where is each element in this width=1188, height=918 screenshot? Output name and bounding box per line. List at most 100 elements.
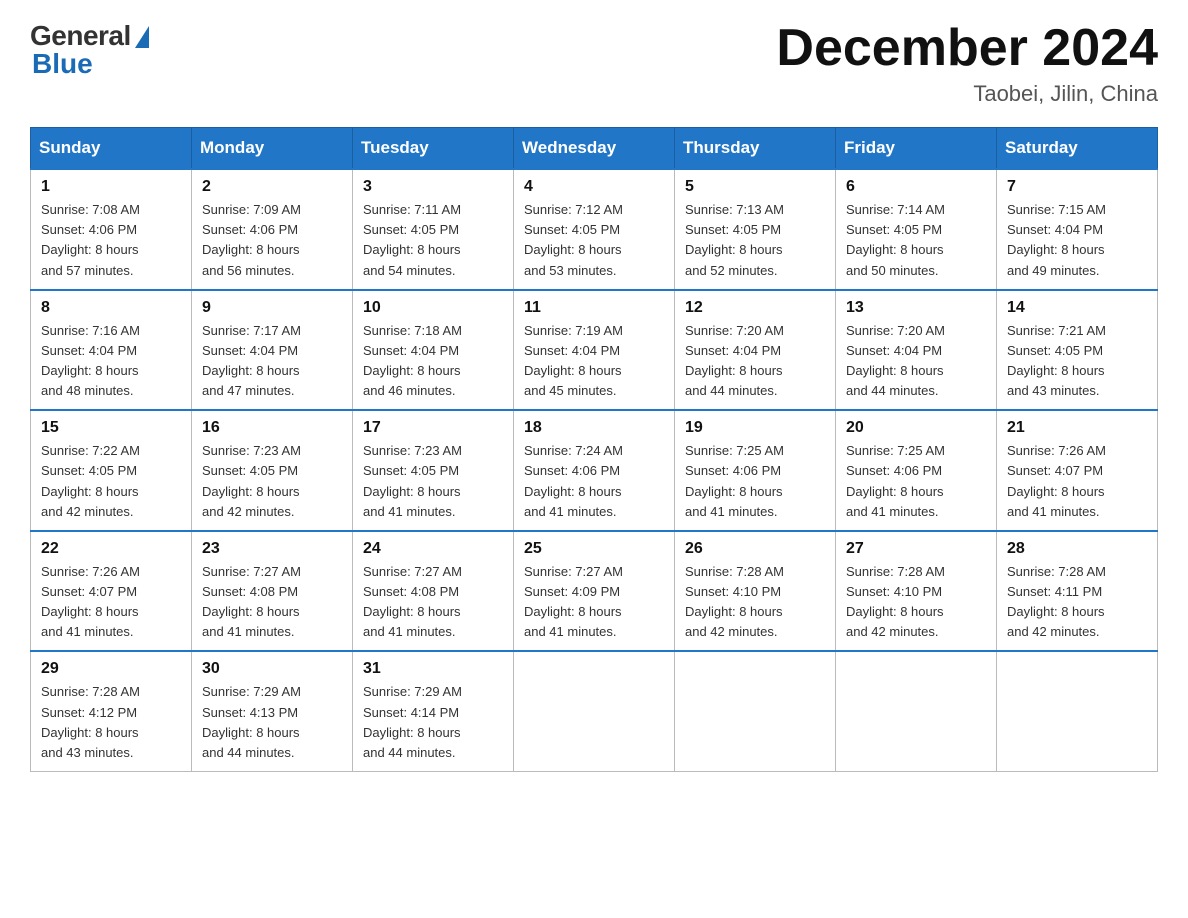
day-info: Sunrise: 7:19 AM Sunset: 4:04 PM Dayligh… bbox=[524, 321, 664, 402]
table-row bbox=[675, 651, 836, 771]
table-row: 18 Sunrise: 7:24 AM Sunset: 4:06 PM Dayl… bbox=[514, 410, 675, 531]
day-info: Sunrise: 7:23 AM Sunset: 4:05 PM Dayligh… bbox=[363, 441, 503, 522]
table-row: 24 Sunrise: 7:27 AM Sunset: 4:08 PM Dayl… bbox=[353, 531, 514, 652]
day-info: Sunrise: 7:29 AM Sunset: 4:14 PM Dayligh… bbox=[363, 682, 503, 763]
table-row: 11 Sunrise: 7:19 AM Sunset: 4:04 PM Dayl… bbox=[514, 290, 675, 411]
day-number: 7 bbox=[1007, 178, 1147, 196]
calendar-week-row: 15 Sunrise: 7:22 AM Sunset: 4:05 PM Dayl… bbox=[31, 410, 1158, 531]
table-row: 4 Sunrise: 7:12 AM Sunset: 4:05 PM Dayli… bbox=[514, 169, 675, 290]
table-row: 25 Sunrise: 7:27 AM Sunset: 4:09 PM Dayl… bbox=[514, 531, 675, 652]
day-info: Sunrise: 7:25 AM Sunset: 4:06 PM Dayligh… bbox=[846, 441, 986, 522]
table-row: 30 Sunrise: 7:29 AM Sunset: 4:13 PM Dayl… bbox=[192, 651, 353, 771]
table-row: 27 Sunrise: 7:28 AM Sunset: 4:10 PM Dayl… bbox=[836, 531, 997, 652]
table-row: 21 Sunrise: 7:26 AM Sunset: 4:07 PM Dayl… bbox=[997, 410, 1158, 531]
day-info: Sunrise: 7:16 AM Sunset: 4:04 PM Dayligh… bbox=[41, 321, 181, 402]
calendar-table: Sunday Monday Tuesday Wednesday Thursday… bbox=[30, 127, 1158, 772]
table-row: 19 Sunrise: 7:25 AM Sunset: 4:06 PM Dayl… bbox=[675, 410, 836, 531]
table-row: 3 Sunrise: 7:11 AM Sunset: 4:05 PM Dayli… bbox=[353, 169, 514, 290]
day-number: 9 bbox=[202, 299, 342, 317]
day-info: Sunrise: 7:09 AM Sunset: 4:06 PM Dayligh… bbox=[202, 200, 342, 281]
day-number: 23 bbox=[202, 540, 342, 558]
day-number: 13 bbox=[846, 299, 986, 317]
calendar-week-row: 29 Sunrise: 7:28 AM Sunset: 4:12 PM Dayl… bbox=[31, 651, 1158, 771]
day-info: Sunrise: 7:25 AM Sunset: 4:06 PM Dayligh… bbox=[685, 441, 825, 522]
day-number: 20 bbox=[846, 419, 986, 437]
table-row bbox=[836, 651, 997, 771]
table-row: 12 Sunrise: 7:20 AM Sunset: 4:04 PM Dayl… bbox=[675, 290, 836, 411]
day-number: 8 bbox=[41, 299, 181, 317]
day-info: Sunrise: 7:26 AM Sunset: 4:07 PM Dayligh… bbox=[41, 562, 181, 643]
day-number: 11 bbox=[524, 299, 664, 317]
calendar-week-row: 22 Sunrise: 7:26 AM Sunset: 4:07 PM Dayl… bbox=[31, 531, 1158, 652]
day-info: Sunrise: 7:21 AM Sunset: 4:05 PM Dayligh… bbox=[1007, 321, 1147, 402]
table-row: 14 Sunrise: 7:21 AM Sunset: 4:05 PM Dayl… bbox=[997, 290, 1158, 411]
table-row: 31 Sunrise: 7:29 AM Sunset: 4:14 PM Dayl… bbox=[353, 651, 514, 771]
day-number: 30 bbox=[202, 660, 342, 678]
table-row: 9 Sunrise: 7:17 AM Sunset: 4:04 PM Dayli… bbox=[192, 290, 353, 411]
table-row: 26 Sunrise: 7:28 AM Sunset: 4:10 PM Dayl… bbox=[675, 531, 836, 652]
page-header: General Blue December 2024 Taobei, Jilin… bbox=[30, 20, 1158, 107]
day-number: 12 bbox=[685, 299, 825, 317]
table-row bbox=[514, 651, 675, 771]
col-friday: Friday bbox=[836, 128, 997, 170]
day-number: 6 bbox=[846, 178, 986, 196]
day-info: Sunrise: 7:13 AM Sunset: 4:05 PM Dayligh… bbox=[685, 200, 825, 281]
table-row: 13 Sunrise: 7:20 AM Sunset: 4:04 PM Dayl… bbox=[836, 290, 997, 411]
day-number: 16 bbox=[202, 419, 342, 437]
table-row: 22 Sunrise: 7:26 AM Sunset: 4:07 PM Dayl… bbox=[31, 531, 192, 652]
col-monday: Monday bbox=[192, 128, 353, 170]
calendar-week-row: 8 Sunrise: 7:16 AM Sunset: 4:04 PM Dayli… bbox=[31, 290, 1158, 411]
col-saturday: Saturday bbox=[997, 128, 1158, 170]
day-number: 25 bbox=[524, 540, 664, 558]
day-info: Sunrise: 7:14 AM Sunset: 4:05 PM Dayligh… bbox=[846, 200, 986, 281]
day-info: Sunrise: 7:28 AM Sunset: 4:10 PM Dayligh… bbox=[846, 562, 986, 643]
day-info: Sunrise: 7:26 AM Sunset: 4:07 PM Dayligh… bbox=[1007, 441, 1147, 522]
table-row: 23 Sunrise: 7:27 AM Sunset: 4:08 PM Dayl… bbox=[192, 531, 353, 652]
table-row: 16 Sunrise: 7:23 AM Sunset: 4:05 PM Dayl… bbox=[192, 410, 353, 531]
day-info: Sunrise: 7:18 AM Sunset: 4:04 PM Dayligh… bbox=[363, 321, 503, 402]
table-row: 5 Sunrise: 7:13 AM Sunset: 4:05 PM Dayli… bbox=[675, 169, 836, 290]
day-number: 29 bbox=[41, 660, 181, 678]
day-number: 3 bbox=[363, 178, 503, 196]
day-info: Sunrise: 7:11 AM Sunset: 4:05 PM Dayligh… bbox=[363, 200, 503, 281]
day-info: Sunrise: 7:22 AM Sunset: 4:05 PM Dayligh… bbox=[41, 441, 181, 522]
day-number: 26 bbox=[685, 540, 825, 558]
day-info: Sunrise: 7:27 AM Sunset: 4:08 PM Dayligh… bbox=[363, 562, 503, 643]
day-number: 19 bbox=[685, 419, 825, 437]
day-info: Sunrise: 7:20 AM Sunset: 4:04 PM Dayligh… bbox=[685, 321, 825, 402]
day-number: 28 bbox=[1007, 540, 1147, 558]
day-info: Sunrise: 7:15 AM Sunset: 4:04 PM Dayligh… bbox=[1007, 200, 1147, 281]
table-row: 8 Sunrise: 7:16 AM Sunset: 4:04 PM Dayli… bbox=[31, 290, 192, 411]
table-row: 10 Sunrise: 7:18 AM Sunset: 4:04 PM Dayl… bbox=[353, 290, 514, 411]
table-row: 15 Sunrise: 7:22 AM Sunset: 4:05 PM Dayl… bbox=[31, 410, 192, 531]
day-number: 4 bbox=[524, 178, 664, 196]
day-info: Sunrise: 7:17 AM Sunset: 4:04 PM Dayligh… bbox=[202, 321, 342, 402]
calendar-week-row: 1 Sunrise: 7:08 AM Sunset: 4:06 PM Dayli… bbox=[31, 169, 1158, 290]
table-row: 1 Sunrise: 7:08 AM Sunset: 4:06 PM Dayli… bbox=[31, 169, 192, 290]
day-number: 2 bbox=[202, 178, 342, 196]
table-row: 28 Sunrise: 7:28 AM Sunset: 4:11 PM Dayl… bbox=[997, 531, 1158, 652]
day-number: 1 bbox=[41, 178, 181, 196]
day-number: 21 bbox=[1007, 419, 1147, 437]
col-sunday: Sunday bbox=[31, 128, 192, 170]
day-info: Sunrise: 7:23 AM Sunset: 4:05 PM Dayligh… bbox=[202, 441, 342, 522]
day-info: Sunrise: 7:28 AM Sunset: 4:11 PM Dayligh… bbox=[1007, 562, 1147, 643]
col-tuesday: Tuesday bbox=[353, 128, 514, 170]
table-row: 2 Sunrise: 7:09 AM Sunset: 4:06 PM Dayli… bbox=[192, 169, 353, 290]
day-number: 14 bbox=[1007, 299, 1147, 317]
table-row: 6 Sunrise: 7:14 AM Sunset: 4:05 PM Dayli… bbox=[836, 169, 997, 290]
day-number: 31 bbox=[363, 660, 503, 678]
col-thursday: Thursday bbox=[675, 128, 836, 170]
day-info: Sunrise: 7:27 AM Sunset: 4:08 PM Dayligh… bbox=[202, 562, 342, 643]
day-number: 15 bbox=[41, 419, 181, 437]
day-info: Sunrise: 7:27 AM Sunset: 4:09 PM Dayligh… bbox=[524, 562, 664, 643]
day-info: Sunrise: 7:08 AM Sunset: 4:06 PM Dayligh… bbox=[41, 200, 181, 281]
logo: General Blue bbox=[30, 20, 149, 80]
table-row: 17 Sunrise: 7:23 AM Sunset: 4:05 PM Dayl… bbox=[353, 410, 514, 531]
calendar-header-row: Sunday Monday Tuesday Wednesday Thursday… bbox=[31, 128, 1158, 170]
title-section: December 2024 Taobei, Jilin, China bbox=[776, 20, 1158, 107]
day-info: Sunrise: 7:20 AM Sunset: 4:04 PM Dayligh… bbox=[846, 321, 986, 402]
day-info: Sunrise: 7:28 AM Sunset: 4:12 PM Dayligh… bbox=[41, 682, 181, 763]
logo-blue-text: Blue bbox=[32, 48, 93, 80]
day-info: Sunrise: 7:28 AM Sunset: 4:10 PM Dayligh… bbox=[685, 562, 825, 643]
